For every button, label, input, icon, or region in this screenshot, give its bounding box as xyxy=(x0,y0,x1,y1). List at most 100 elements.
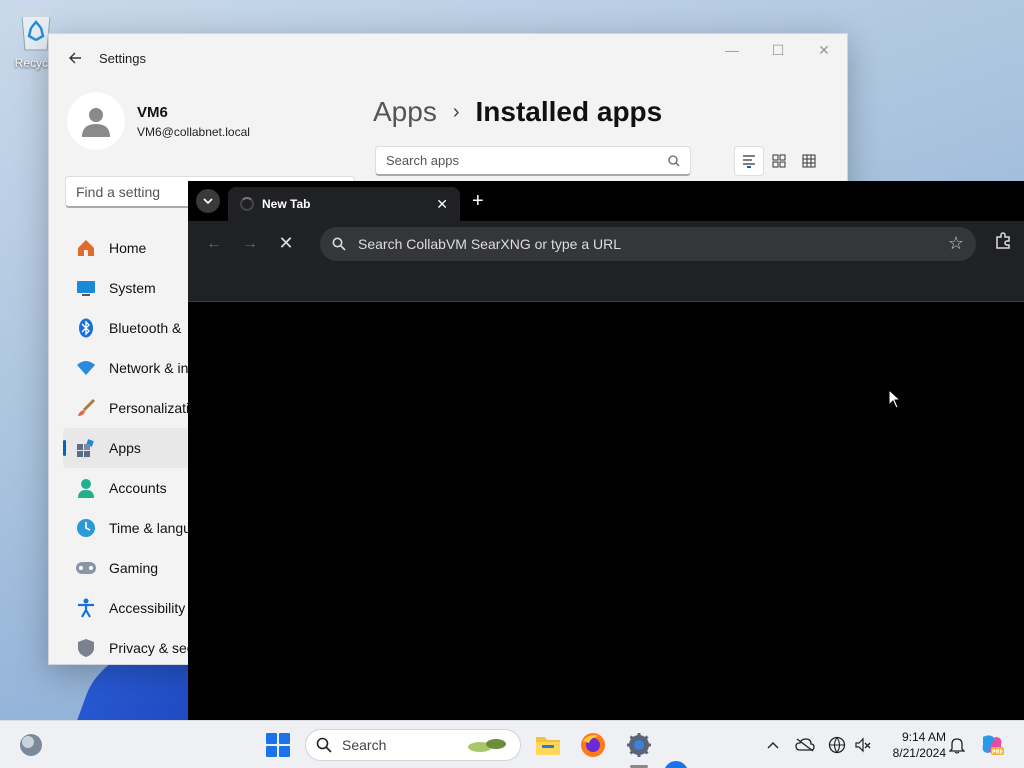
speaker-muted-icon xyxy=(855,737,871,753)
bell-icon xyxy=(949,738,965,754)
copilot-button[interactable]: PRE xyxy=(978,733,1006,757)
notifications-button[interactable] xyxy=(946,733,968,757)
tab-title: New Tab xyxy=(262,197,311,211)
tab-search-button[interactable] xyxy=(196,189,220,213)
back-button[interactable]: ← xyxy=(198,228,230,260)
list-view-icon xyxy=(743,155,755,168)
plus-icon: + xyxy=(472,189,484,212)
bluetooth-icon xyxy=(75,317,97,339)
browser-icon xyxy=(664,761,688,768)
maximize-button[interactable]: ☐ xyxy=(755,34,801,66)
start-icon-tile xyxy=(266,733,277,744)
start-button[interactable] xyxy=(266,733,290,757)
close-button[interactable]: ✕ xyxy=(801,34,847,66)
page-title: Installed apps xyxy=(475,96,663,127)
search-apps-input[interactable]: Search apps xyxy=(375,146,691,176)
close-icon: ✕ xyxy=(278,233,294,253)
tile-view-button[interactable] xyxy=(764,146,794,176)
settings-gear-icon[interactable] xyxy=(625,731,653,759)
search-icon xyxy=(668,154,680,166)
settings-app-title: Settings xyxy=(99,50,146,66)
onedrive-tray[interactable] xyxy=(794,733,816,757)
view-mode-toggles xyxy=(734,146,824,176)
nav-label: System xyxy=(109,280,156,296)
user-avatar-icon xyxy=(82,108,110,137)
firefox-icon[interactable] xyxy=(579,731,607,759)
home-icon xyxy=(75,237,97,259)
user-name: VM6 xyxy=(137,103,168,121)
breadcrumb-separator: › xyxy=(452,100,460,123)
widgets-icon[interactable] xyxy=(18,732,44,758)
browser-tab[interactable]: New Tab ✕ xyxy=(228,187,460,221)
bookmark-star-button[interactable]: ☆ xyxy=(948,233,964,254)
chevron-up-icon xyxy=(767,742,779,749)
back-arrow-icon: ← xyxy=(206,234,222,252)
nav-label: Time & langu xyxy=(109,520,191,536)
brush-icon xyxy=(75,397,97,419)
user-profile[interactable]: VM6 VM6@collabnet.local xyxy=(67,92,250,150)
accessibility-icon xyxy=(75,597,97,619)
browser-taskbar-icon[interactable] xyxy=(664,761,688,768)
minimize-button[interactable]: — xyxy=(709,34,755,66)
maximize-icon: ☐ xyxy=(771,41,785,58)
back-arrow-icon xyxy=(69,52,81,64)
start-icon-tile xyxy=(279,746,290,757)
minimize-icon: — xyxy=(725,42,739,58)
nav-label: Network & in xyxy=(109,360,189,376)
nav-label: Gaming xyxy=(109,560,159,576)
list-view-button[interactable] xyxy=(734,146,764,176)
user-email: VM6@collabnet.local xyxy=(137,124,250,139)
back-button[interactable] xyxy=(63,46,87,70)
cloud-off-icon xyxy=(795,738,815,752)
tile-view-icon xyxy=(772,154,786,168)
gamepad-icon xyxy=(75,557,97,579)
network-tray[interactable] xyxy=(826,733,848,757)
search-highlight-icon xyxy=(468,739,506,752)
mouse-cursor-icon xyxy=(888,389,902,409)
taskbar-clock[interactable]: 9:14 AM 8/21/2024 xyxy=(880,729,946,761)
svg-text:PRE: PRE xyxy=(992,750,1004,756)
loading-spinner-icon xyxy=(240,197,254,211)
search-icon xyxy=(316,737,332,753)
file-explorer-icon[interactable] xyxy=(534,731,562,759)
breadcrumb-parent[interactable]: Apps xyxy=(373,96,437,128)
avatar xyxy=(67,92,125,150)
clock-time: 9:14 AM xyxy=(901,730,946,744)
new-tab-button[interactable]: + xyxy=(472,190,484,213)
forward-button[interactable]: → xyxy=(234,228,266,260)
extensions-button[interactable] xyxy=(994,232,1012,255)
show-hidden-icons-button[interactable] xyxy=(764,733,782,757)
grid-view-icon xyxy=(802,154,816,168)
address-bar-placeholder: Search CollabVM SearXNG or type a URL xyxy=(358,235,621,252)
start-icon-tile xyxy=(266,746,277,757)
monitor-icon xyxy=(75,277,97,299)
globe-icon xyxy=(828,736,846,754)
taskbar-search[interactable]: Search xyxy=(305,729,521,761)
find-setting-placeholder: Find a setting xyxy=(76,183,161,200)
nav-label: Home xyxy=(109,240,147,256)
shield-icon xyxy=(75,637,97,659)
person-icon xyxy=(75,477,97,499)
browser-toolbar: ← → ✕ Search CollabVM SearXNG or type a … xyxy=(188,221,1024,266)
stop-loading-button[interactable]: ✕ xyxy=(270,228,302,260)
nav-label: Accessibility xyxy=(109,600,186,616)
copilot-icon: PRE xyxy=(982,735,1004,756)
nav-label: Personalizatio xyxy=(109,400,197,416)
nav-label: Bluetooth & xyxy=(109,320,182,336)
volume-tray[interactable] xyxy=(852,733,874,757)
grid-view-button[interactable] xyxy=(794,146,824,176)
address-bar[interactable]: Search CollabVM SearXNG or type a URL ☆ xyxy=(320,226,976,261)
forward-arrow-icon: → xyxy=(242,234,258,252)
taskbar: Search 9:14 AM 8/21/2024 PRE xyxy=(0,720,1024,768)
tab-close-button[interactable]: ✕ xyxy=(436,196,448,213)
wifi-icon xyxy=(75,357,97,379)
search-icon xyxy=(332,237,346,251)
search-apps-placeholder: Search apps xyxy=(386,153,459,168)
page-content[interactable] xyxy=(188,302,1024,720)
globe-clock-icon xyxy=(75,517,97,539)
start-icon-tile xyxy=(279,733,290,744)
browser-window: New Tab ✕ + ← → ✕ Search CollabVM SearXN… xyxy=(188,181,1024,720)
breadcrumb: Apps › Installed apps xyxy=(373,92,662,132)
nav-label: Accounts xyxy=(109,480,167,496)
tab-strip: New Tab ✕ + xyxy=(188,181,1024,221)
